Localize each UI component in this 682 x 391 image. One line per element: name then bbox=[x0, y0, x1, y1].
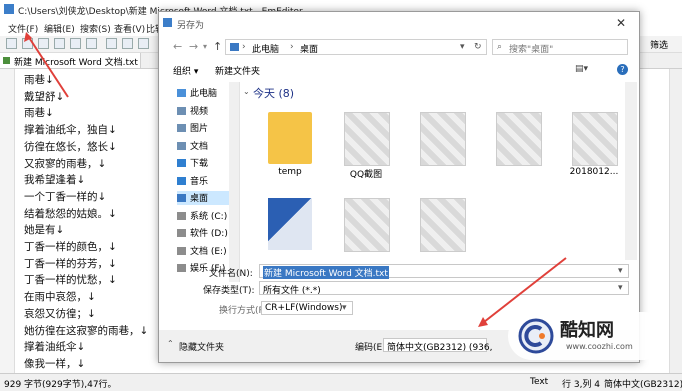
watermark-name: 酷知网 bbox=[560, 320, 614, 341]
watermark: 酷知网 www.coozhi.com bbox=[508, 312, 668, 360]
watermark-url: www.coozhi.com bbox=[566, 342, 633, 351]
coozhi-logo-icon bbox=[518, 318, 554, 354]
annotation-arrow-file-menu bbox=[27, 35, 69, 98]
arrowhead-icon bbox=[478, 317, 488, 327]
